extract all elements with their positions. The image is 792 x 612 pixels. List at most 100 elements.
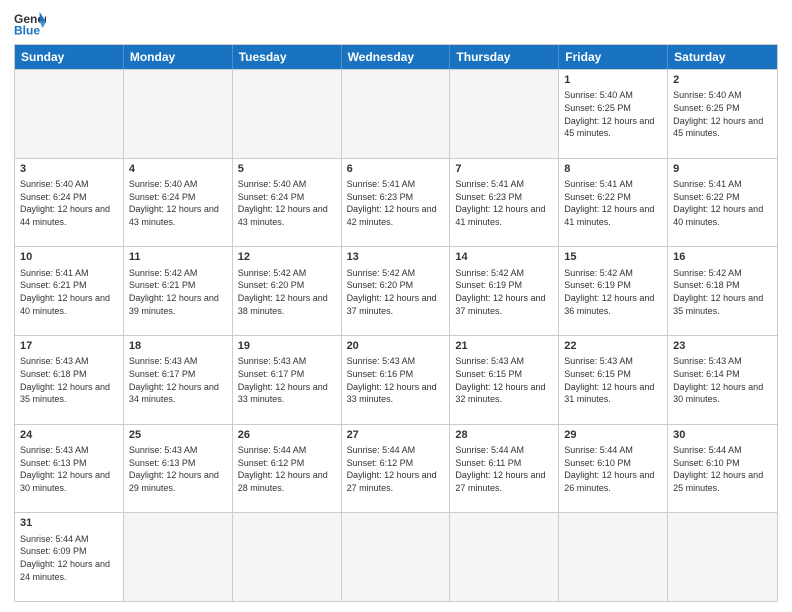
calendar-cell bbox=[450, 70, 559, 158]
calendar-cell: 28Sunrise: 5:44 AMSunset: 6:11 PMDayligh… bbox=[450, 425, 559, 513]
calendar-cell: 21Sunrise: 5:43 AMSunset: 6:15 PMDayligh… bbox=[450, 336, 559, 424]
day-number: 1 bbox=[564, 73, 662, 88]
day-number: 15 bbox=[564, 250, 662, 265]
calendar-cell bbox=[124, 513, 233, 601]
calendar-body: 1Sunrise: 5:40 AMSunset: 6:25 PMDaylight… bbox=[15, 69, 777, 601]
day-number: 26 bbox=[238, 428, 336, 443]
cell-sun-info: Sunrise: 5:43 AMSunset: 6:13 PMDaylight:… bbox=[129, 444, 227, 494]
cell-sun-info: Sunrise: 5:42 AMSunset: 6:21 PMDaylight:… bbox=[129, 267, 227, 317]
cell-sun-info: Sunrise: 5:41 AMSunset: 6:21 PMDaylight:… bbox=[20, 267, 118, 317]
calendar-cell: 22Sunrise: 5:43 AMSunset: 6:15 PMDayligh… bbox=[559, 336, 668, 424]
calendar-row-0: 1Sunrise: 5:40 AMSunset: 6:25 PMDaylight… bbox=[15, 69, 777, 158]
cell-sun-info: Sunrise: 5:41 AMSunset: 6:22 PMDaylight:… bbox=[673, 178, 772, 228]
calendar-cell: 7Sunrise: 5:41 AMSunset: 6:23 PMDaylight… bbox=[450, 159, 559, 247]
calendar-cell: 1Sunrise: 5:40 AMSunset: 6:25 PMDaylight… bbox=[559, 70, 668, 158]
day-header-thursday: Thursday bbox=[450, 45, 559, 69]
day-number: 18 bbox=[129, 339, 227, 354]
cell-sun-info: Sunrise: 5:40 AMSunset: 6:25 PMDaylight:… bbox=[564, 89, 662, 139]
cell-sun-info: Sunrise: 5:44 AMSunset: 6:09 PMDaylight:… bbox=[20, 533, 118, 583]
cell-sun-info: Sunrise: 5:42 AMSunset: 6:19 PMDaylight:… bbox=[564, 267, 662, 317]
calendar-cell: 4Sunrise: 5:40 AMSunset: 6:24 PMDaylight… bbox=[124, 159, 233, 247]
calendar: SundayMondayTuesdayWednesdayThursdayFrid… bbox=[14, 44, 778, 602]
calendar-cell: 25Sunrise: 5:43 AMSunset: 6:13 PMDayligh… bbox=[124, 425, 233, 513]
calendar-cell: 11 Sunrise: 5:42 AMSunset: 6:21 PMDayligh… bbox=[124, 247, 233, 335]
calendar-row-5: 31Sunrise: 5:44 AMSunset: 6:09 PMDayligh… bbox=[15, 512, 777, 601]
cell-sun-info: Sunrise: 5:43 AMSunset: 6:17 PMDaylight:… bbox=[129, 355, 227, 405]
calendar-cell: 31Sunrise: 5:44 AMSunset: 6:09 PMDayligh… bbox=[15, 513, 124, 601]
calendar-cell bbox=[342, 513, 451, 601]
cell-sun-info: Sunrise: 5:42 AMSunset: 6:20 PMDaylight:… bbox=[238, 267, 336, 317]
cell-sun-info: Sunrise: 5:43 AMSunset: 6:18 PMDaylight:… bbox=[20, 355, 118, 405]
day-number: 11 bbox=[129, 250, 227, 265]
calendar-cell: 13 Sunrise: 5:42 AMSunset: 6:20 PMDayligh… bbox=[342, 247, 451, 335]
day-number: 16 bbox=[673, 250, 772, 265]
day-number: 4 bbox=[129, 162, 227, 177]
day-header-wednesday: Wednesday bbox=[342, 45, 451, 69]
cell-sun-info: Sunrise: 5:43 AMSunset: 6:15 PMDaylight:… bbox=[455, 355, 553, 405]
calendar-cell: 15 Sunrise: 5:42 AMSunset: 6:19 PMDayligh… bbox=[559, 247, 668, 335]
cell-sun-info: Sunrise: 5:43 AMSunset: 6:16 PMDaylight:… bbox=[347, 355, 445, 405]
calendar-cell: 26Sunrise: 5:44 AMSunset: 6:12 PMDayligh… bbox=[233, 425, 342, 513]
day-number: 30 bbox=[673, 428, 772, 443]
calendar-cell: 9Sunrise: 5:41 AMSunset: 6:22 PMDaylight… bbox=[668, 159, 777, 247]
cell-sun-info: Sunrise: 5:43 AMSunset: 6:15 PMDaylight:… bbox=[564, 355, 662, 405]
cell-sun-info: Sunrise: 5:42 AMSunset: 6:18 PMDaylight:… bbox=[673, 267, 772, 317]
calendar-cell: 14 Sunrise: 5:42 AMSunset: 6:19 PMDayligh… bbox=[450, 247, 559, 335]
cell-sun-info: Sunrise: 5:41 AMSunset: 6:23 PMDaylight:… bbox=[455, 178, 553, 228]
day-number: 14 bbox=[455, 250, 553, 265]
cell-sun-info: Sunrise: 5:44 AMSunset: 6:10 PMDaylight:… bbox=[564, 444, 662, 494]
cell-sun-info: Sunrise: 5:40 AMSunset: 6:25 PMDaylight:… bbox=[673, 89, 772, 139]
calendar-cell: 2Sunrise: 5:40 AMSunset: 6:25 PMDaylight… bbox=[668, 70, 777, 158]
calendar-cell: 16 Sunrise: 5:42 AMSunset: 6:18 PMDayligh… bbox=[668, 247, 777, 335]
day-number: 8 bbox=[564, 162, 662, 177]
calendar-row-3: 17Sunrise: 5:43 AMSunset: 6:18 PMDayligh… bbox=[15, 335, 777, 424]
generalblue-logo-icon: General Blue bbox=[14, 10, 46, 38]
day-header-friday: Friday bbox=[559, 45, 668, 69]
day-number: 28 bbox=[455, 428, 553, 443]
day-number: 12 bbox=[238, 250, 336, 265]
calendar-cell bbox=[342, 70, 451, 158]
calendar-cell: 3Sunrise: 5:40 AMSunset: 6:24 PMDaylight… bbox=[15, 159, 124, 247]
cell-sun-info: Sunrise: 5:42 AMSunset: 6:20 PMDaylight:… bbox=[347, 267, 445, 317]
day-header-monday: Monday bbox=[124, 45, 233, 69]
day-number: 9 bbox=[673, 162, 772, 177]
calendar-cell bbox=[124, 70, 233, 158]
calendar-cell: 5Sunrise: 5:40 AMSunset: 6:24 PMDaylight… bbox=[233, 159, 342, 247]
day-header-tuesday: Tuesday bbox=[233, 45, 342, 69]
day-number: 13 bbox=[347, 250, 445, 265]
day-number: 2 bbox=[673, 73, 772, 88]
calendar-cell: 20Sunrise: 5:43 AMSunset: 6:16 PMDayligh… bbox=[342, 336, 451, 424]
day-header-saturday: Saturday bbox=[668, 45, 777, 69]
cell-sun-info: Sunrise: 5:41 AMSunset: 6:22 PMDaylight:… bbox=[564, 178, 662, 228]
cell-sun-info: Sunrise: 5:41 AMSunset: 6:23 PMDaylight:… bbox=[347, 178, 445, 228]
cell-sun-info: Sunrise: 5:40 AMSunset: 6:24 PMDaylight:… bbox=[20, 178, 118, 228]
day-number: 5 bbox=[238, 162, 336, 177]
day-number: 25 bbox=[129, 428, 227, 443]
day-number: 24 bbox=[20, 428, 118, 443]
calendar-cell bbox=[15, 70, 124, 158]
cell-sun-info: Sunrise: 5:42 AMSunset: 6:19 PMDaylight:… bbox=[455, 267, 553, 317]
calendar-cell bbox=[559, 513, 668, 601]
day-number: 7 bbox=[455, 162, 553, 177]
calendar-cell bbox=[233, 513, 342, 601]
day-number: 27 bbox=[347, 428, 445, 443]
calendar-cell: 6Sunrise: 5:41 AMSunset: 6:23 PMDaylight… bbox=[342, 159, 451, 247]
day-number: 23 bbox=[673, 339, 772, 354]
calendar-cell: 17Sunrise: 5:43 AMSunset: 6:18 PMDayligh… bbox=[15, 336, 124, 424]
calendar-cell: 29Sunrise: 5:44 AMSunset: 6:10 PMDayligh… bbox=[559, 425, 668, 513]
day-number: 3 bbox=[20, 162, 118, 177]
day-number: 6 bbox=[347, 162, 445, 177]
calendar-cell: 30Sunrise: 5:44 AMSunset: 6:10 PMDayligh… bbox=[668, 425, 777, 513]
calendar-cell: 8Sunrise: 5:41 AMSunset: 6:22 PMDaylight… bbox=[559, 159, 668, 247]
calendar-cell bbox=[450, 513, 559, 601]
cell-sun-info: Sunrise: 5:44 AMSunset: 6:11 PMDaylight:… bbox=[455, 444, 553, 494]
calendar-cell bbox=[668, 513, 777, 601]
day-number: 22 bbox=[564, 339, 662, 354]
cell-sun-info: Sunrise: 5:40 AMSunset: 6:24 PMDaylight:… bbox=[129, 178, 227, 228]
cell-sun-info: Sunrise: 5:44 AMSunset: 6:10 PMDaylight:… bbox=[673, 444, 772, 494]
calendar-cell: 10 Sunrise: 5:41 AMSunset: 6:21 PMDayligh… bbox=[15, 247, 124, 335]
day-number: 10 bbox=[20, 250, 118, 265]
page: General Blue SundayMondayTuesdayWednesda… bbox=[0, 0, 792, 612]
day-number: 21 bbox=[455, 339, 553, 354]
cell-sun-info: Sunrise: 5:43 AMSunset: 6:14 PMDaylight:… bbox=[673, 355, 772, 405]
